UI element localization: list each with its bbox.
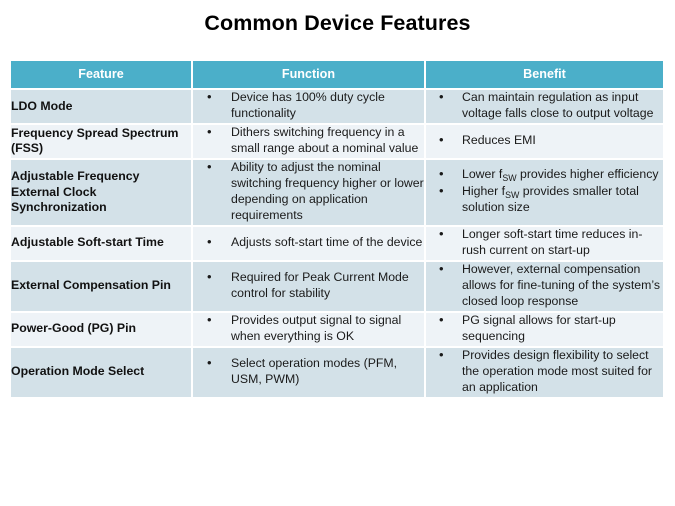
benefit-cell: Lower fSW provides higher efficiencyHigh…: [425, 158, 663, 227]
function-bullet-item: Ability to adjust the nominal switching …: [193, 159, 424, 224]
table-row: Power-Good (PG) PinProvides output signa…: [11, 311, 663, 348]
benefit-bullet-item: Reduces EMI: [426, 132, 663, 149]
benefit-bullet-list: Can maintain regulation as input voltage…: [426, 89, 663, 122]
function-bullet-item: Dithers switching frequency in a small r…: [193, 124, 424, 157]
function-bullet-item: Adjusts soft-start time of the device: [193, 234, 424, 251]
page-title: Common Device Features: [204, 11, 471, 35]
benefit-cell: Provides design flexibility to select th…: [425, 346, 663, 397]
function-cell: Select operation modes (PFM, USM, PWM): [192, 346, 426, 397]
benefit-bullet-list: Longer soft-start time reduces in-rush c…: [426, 226, 663, 259]
feature-cell: Power-Good (PG) Pin: [11, 311, 193, 348]
table-body: LDO ModeDevice has 100% duty cycle funct…: [11, 89, 663, 397]
features-table: Feature Function Benefit LDO ModeDevice …: [11, 61, 663, 397]
benefit-bullet-list: PG signal allows for start-up sequencing: [426, 312, 663, 345]
feature-cell: Adjustable Soft-start Time: [11, 225, 193, 262]
benefit-bullet-list: However, external compensation allows fo…: [426, 261, 663, 310]
benefit-bullet-item: Higher fSW provides smaller total soluti…: [426, 183, 663, 216]
feature-cell: Operation Mode Select: [11, 346, 193, 397]
feature-cell: External Compensation Pin: [11, 260, 193, 313]
benefit-cell: Can maintain regulation as input voltage…: [425, 89, 663, 125]
function-bullet-item: Provides output signal to signal when ev…: [193, 312, 424, 345]
benefit-bullet-item: PG signal allows for start-up sequencing: [426, 312, 663, 345]
function-bullet-list: Select operation modes (PFM, USM, PWM): [193, 355, 424, 388]
column-header-function: Function: [192, 61, 426, 90]
benefit-bullet-item: However, external compensation allows fo…: [426, 261, 663, 310]
table-row: External Compensation PinRequired for Pe…: [11, 260, 663, 313]
benefit-bullet-item: Lower fSW provides higher efficiency: [426, 166, 663, 183]
feature-cell: Adjustable Frequency External Clock Sync…: [11, 158, 193, 227]
table-row: Operation Mode SelectSelect operation mo…: [11, 346, 663, 397]
benefit-bullet-list: Reduces EMI: [426, 132, 663, 149]
table-row: Adjustable Frequency External Clock Sync…: [11, 158, 663, 227]
benefit-bullet-item: Provides design flexibility to select th…: [426, 347, 663, 396]
benefit-bullet-list: Provides design flexibility to select th…: [426, 347, 663, 396]
table-row: Adjustable Soft-start TimeAdjusts soft-s…: [11, 225, 663, 262]
table-header: Feature Function Benefit: [11, 61, 663, 90]
benefit-cell: PG signal allows for start-up sequencing: [425, 311, 663, 348]
features-table-container: Feature Function Benefit LDO ModeDevice …: [11, 61, 663, 397]
benefit-bullet-list: Lower fSW provides higher efficiencyHigh…: [426, 166, 663, 216]
feature-cell: LDO Mode: [11, 89, 193, 125]
function-bullet-list: Provides output signal to signal when ev…: [193, 312, 424, 345]
column-header-benefit: Benefit: [425, 61, 663, 90]
function-cell: Provides output signal to signal when ev…: [192, 311, 426, 348]
benefit-bullet-item: Can maintain regulation as input voltage…: [426, 89, 663, 122]
function-cell: Required for Peak Current Mode control f…: [192, 260, 426, 313]
function-bullet-list: Dithers switching frequency in a small r…: [193, 124, 424, 157]
column-header-feature: Feature: [11, 61, 193, 90]
slide-root: Common Device Features Feature Function …: [0, 0, 675, 506]
benefit-cell: Reduces EMI: [425, 123, 663, 160]
benefit-cell: Longer soft-start time reduces in-rush c…: [425, 225, 663, 262]
benefit-bullet-item: Longer soft-start time reduces in-rush c…: [426, 226, 663, 259]
function-bullet-list: Ability to adjust the nominal switching …: [193, 159, 424, 224]
benefit-cell: However, external compensation allows fo…: [425, 260, 663, 313]
function-cell: Dithers switching frequency in a small r…: [192, 123, 426, 160]
function-cell: Device has 100% duty cycle functionality: [192, 89, 426, 125]
function-bullet-list: Device has 100% duty cycle functionality: [193, 89, 424, 122]
function-cell: Ability to adjust the nominal switching …: [192, 158, 426, 227]
table-header-row: Feature Function Benefit: [11, 61, 663, 90]
function-bullet-item: Select operation modes (PFM, USM, PWM): [193, 355, 424, 388]
function-cell: Adjusts soft-start time of the device: [192, 225, 426, 262]
table-row: LDO ModeDevice has 100% duty cycle funct…: [11, 89, 663, 125]
function-bullet-item: Device has 100% duty cycle functionality: [193, 89, 424, 122]
function-bullet-list: Required for Peak Current Mode control f…: [193, 269, 424, 302]
feature-cell: Frequency Spread Spectrum (FSS): [11, 123, 193, 160]
function-bullet-list: Adjusts soft-start time of the device: [193, 234, 424, 251]
function-bullet-item: Required for Peak Current Mode control f…: [193, 269, 424, 302]
table-row: Frequency Spread Spectrum (FSS)Dithers s…: [11, 123, 663, 160]
